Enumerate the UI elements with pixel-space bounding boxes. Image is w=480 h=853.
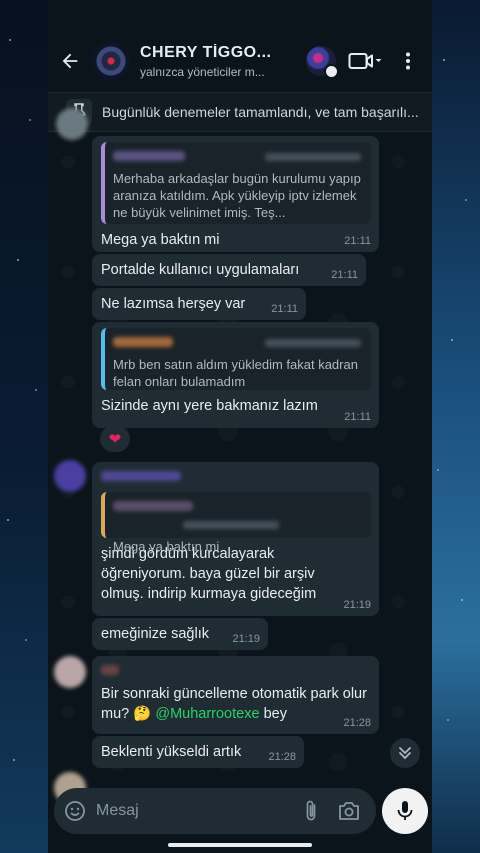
scroll-to-bottom-button[interactable]	[390, 738, 420, 768]
wallpaper-right	[432, 0, 480, 853]
quoted-text: Mrb ben satın aldım yükledim fakat kadra…	[113, 357, 358, 389]
group-title: CHERY TİGGO...	[140, 43, 272, 61]
pinned-message-bar[interactable]: Bugünlük denemeler tamamlandı, ve tam ba…	[48, 92, 432, 132]
paperclip-icon	[306, 800, 316, 821]
message-text: Mega ya baktın mi	[101, 232, 220, 248]
group-info[interactable]: CHERY TİGGO... yalnızca yöneticiler m...	[140, 44, 294, 79]
heart-icon: ❤	[108, 431, 122, 448]
message-bubble[interactable]: Mega ya baktın mi şimdi gördüm kurcalaya…	[92, 462, 379, 616]
more-vertical-icon	[406, 52, 410, 70]
message-bubble[interactable]: Merhaba arkadaşlar bugün kurulumu yapıp …	[92, 136, 379, 252]
quoted-sender	[113, 148, 363, 166]
message-text: Bir sonraki güncelleme otomatik park olu…	[101, 684, 371, 724]
arrow-left-icon	[62, 53, 78, 69]
group-subtitle: yalnızca yöneticiler m...	[140, 64, 265, 79]
chevron-double-down-icon	[399, 747, 411, 760]
message-time: 21:11	[344, 235, 371, 247]
message-text-part: bey	[263, 706, 287, 722]
chat-screen: CHERY TİGGO... yalnızca yöneticiler m...	[48, 0, 432, 853]
emoji-button[interactable]	[54, 800, 96, 822]
voice-record-button[interactable]	[382, 788, 428, 834]
quoted-message[interactable]: Mrb ben satın aldım yükledim fakat kadra…	[101, 328, 371, 390]
quoted-sender	[113, 334, 363, 352]
message-text: Ne lazımsa herşey var	[101, 296, 246, 312]
meta-ai-button[interactable]	[306, 46, 339, 79]
message-bubble[interactable]: emeğinize sağlık 21:19	[92, 618, 268, 650]
wallpaper-left	[0, 0, 48, 853]
camera-icon	[339, 802, 359, 820]
sender-name	[101, 662, 371, 680]
thinking-emoji-icon: 🤔	[133, 706, 152, 722]
quoted-sender	[113, 498, 363, 534]
camera-button[interactable]	[334, 801, 364, 821]
quoted-text: Merhaba arkadaşlar bugün kurulumu yapıp …	[113, 171, 361, 220]
message-time: 21:19	[232, 633, 260, 645]
more-options-button[interactable]	[396, 52, 420, 70]
attach-button[interactable]	[296, 799, 326, 823]
message-bubble[interactable]: Bir sonraki güncelleme otomatik park olu…	[92, 656, 379, 734]
message-text: Beklenti yükseldi artık	[101, 744, 242, 760]
user-mention[interactable]: @Muharrootexe	[155, 706, 259, 722]
sender-name	[101, 468, 371, 486]
home-indicator	[168, 843, 312, 847]
video-call-icon	[348, 53, 382, 69]
microphone-icon	[397, 801, 413, 820]
quoted-text: Mega ya baktın mi	[113, 539, 220, 554]
sender-avatar[interactable]	[56, 108, 88, 140]
message-text: Sizinde aynı yere bakmanız lazım	[101, 398, 318, 414]
message-text: Portalde kullanıcı uygulamaları	[101, 262, 300, 278]
message-bubble[interactable]: Mrb ben satın aldım yükledim fakat kadra…	[92, 322, 379, 428]
message-time: 21:11	[331, 269, 358, 281]
message-time: 21:11	[344, 411, 371, 423]
message-bubble[interactable]: Portalde kullanıcı uygulamaları 21:11	[92, 254, 366, 286]
quoted-message[interactable]: Mega ya baktın mi	[101, 492, 371, 554]
message-time: 21:11	[271, 303, 298, 315]
message-list[interactable]: Merhaba arkadaşlar bugün kurulumu yapıp …	[48, 108, 432, 804]
message-input[interactable]: Mesaj	[96, 802, 296, 820]
back-button[interactable]	[48, 50, 92, 72]
video-call-button[interactable]	[348, 51, 382, 71]
chat-header: CHERY TİGGO... yalnızca yöneticiler m...	[48, 32, 432, 90]
pinned-message-text: Bugünlük denemeler tamamlandı, ve tam ba…	[102, 104, 419, 120]
message-time: 21:19	[343, 599, 371, 611]
reaction-badge[interactable]: ❤	[100, 426, 130, 452]
message-composer: Mesaj	[54, 788, 376, 834]
emoji-icon	[65, 801, 85, 821]
message-time: 21:28	[268, 751, 296, 763]
quoted-message[interactable]: Merhaba arkadaşlar bugün kurulumu yapıp …	[101, 142, 371, 224]
sender-avatar[interactable]	[54, 460, 86, 492]
message-bubble[interactable]: Ne lazımsa herşey var 21:11	[92, 288, 306, 320]
check-badge-icon	[324, 64, 339, 79]
message-bubble[interactable]: Beklenti yükseldi artık 21:28	[92, 736, 304, 768]
message-time: 21:28	[343, 717, 371, 729]
sender-avatar[interactable]	[54, 656, 86, 688]
group-avatar[interactable]	[92, 42, 130, 80]
